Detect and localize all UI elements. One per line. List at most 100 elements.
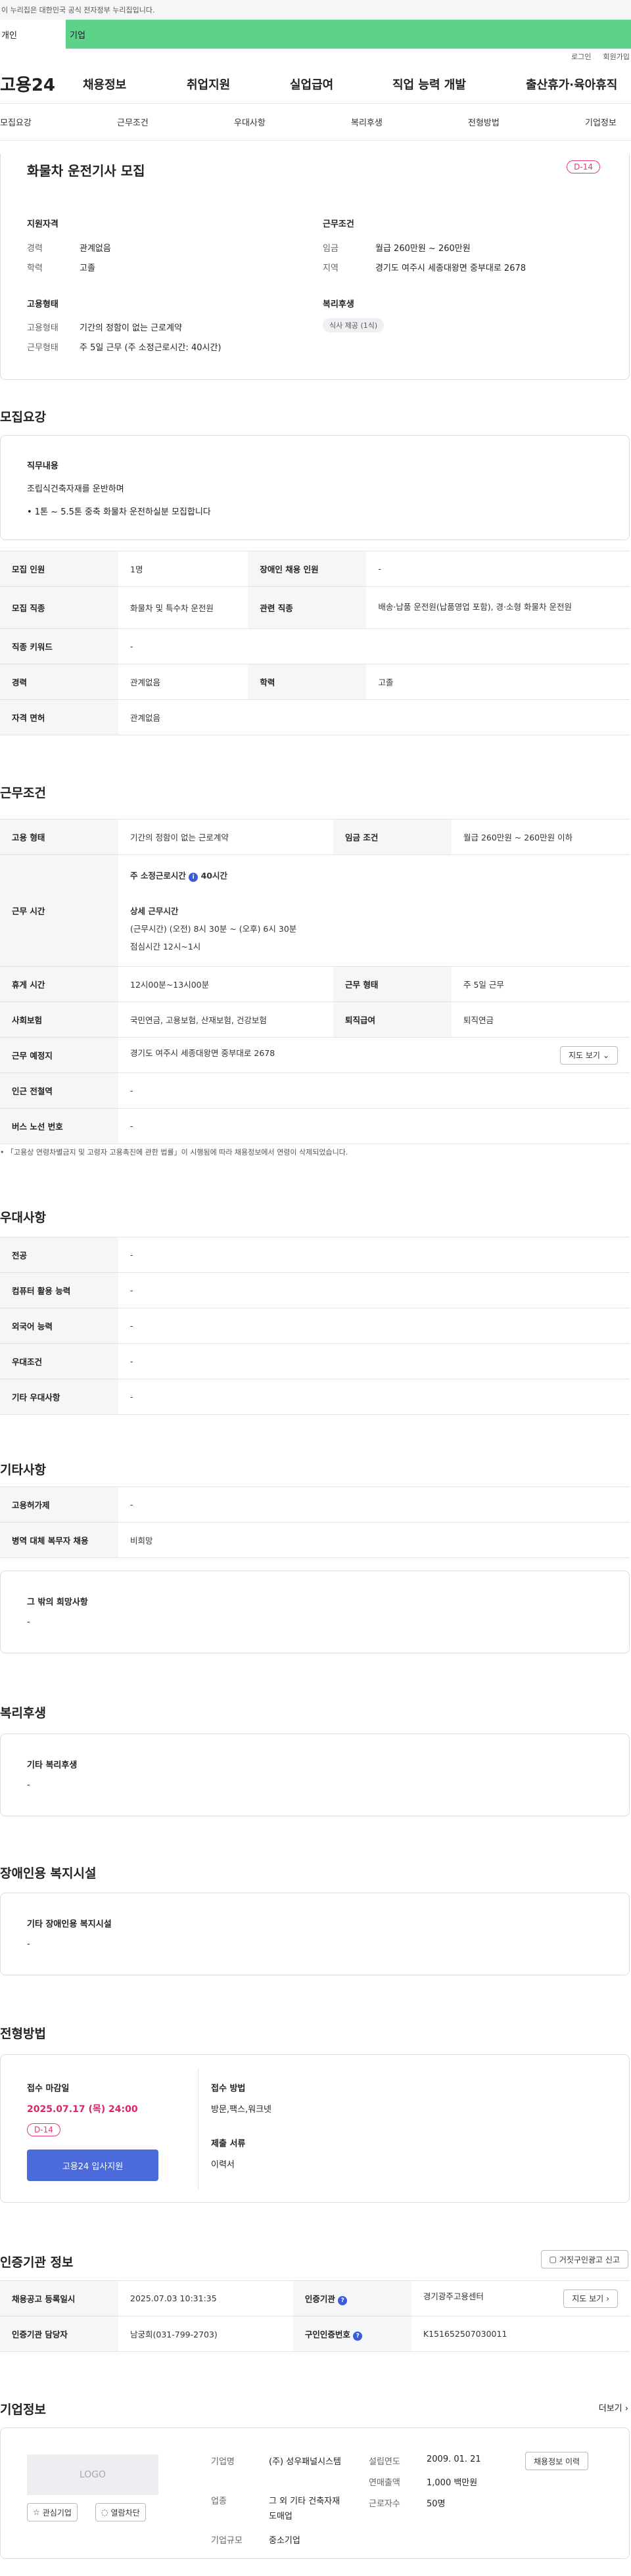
area-value: 경기도 여주시 세종대왕면 중부대로 2678 [375, 264, 526, 273]
sales-value: 1,000 백만원 [427, 2478, 478, 2488]
table-header-cell: 임금 조건 [333, 819, 452, 855]
chevron-right-icon: › [624, 2404, 628, 2414]
user-type-tabs: 개인 기업 [0, 20, 631, 49]
table-cell: 화물차 및 특수차 운전원 [118, 586, 248, 629]
table-header-cell: 장애인 채용 인원 [248, 551, 367, 587]
deadline-value: 2025.07.17 (목) 24:00 [27, 2104, 138, 2115]
table-cell: - [118, 1272, 630, 1308]
id-label: 구인인증번호 [304, 2329, 350, 2339]
anchor-item[interactable]: 우대사항 [234, 116, 266, 128]
gnb-item[interactable]: 실업급여 [290, 76, 333, 93]
table-cell: 기간의 정함이 없는 근로계약 [118, 819, 333, 855]
job-title: 화물차 운전기사 모집 [27, 163, 145, 179]
block-label: 열람차단 [110, 2508, 140, 2518]
divider [198, 2068, 199, 2190]
chevron-right-icon: › [606, 2293, 609, 2303]
table-cell: - [118, 1308, 630, 1344]
emptype-label: 고용형태 [27, 323, 58, 333]
cert-table: 채용공고 등록일시 2025.07.03 10:31:35 인증기관 ? 경기광주… [0, 2280, 630, 2352]
table-row: 모집 인원 1명 장애인 채용 인원 - [0, 551, 630, 587]
table-cell: 남궁희(031-799-2703) [118, 2316, 293, 2352]
section-title-disab: 장애인용 복지시설 [0, 1866, 97, 1881]
table-header-cell: 전공 [0, 1237, 118, 1273]
report-button[interactable]: ▢ 거짓구인광고 신고 [540, 2250, 628, 2268]
work-place-cell: 경기도 여주시 세종대왕면 중부대로 2678 지도 보기 ⌄ [118, 1037, 630, 1073]
anchor-item[interactable]: 전형방법 [468, 116, 500, 128]
anchor-item[interactable]: 근무조건 [117, 116, 149, 128]
tab-personal[interactable]: 개인 [0, 20, 66, 49]
sales-label: 연매출액 [369, 2478, 400, 2488]
site-logo[interactable]: 고용24 [0, 72, 84, 96]
anchor-item[interactable]: 모집요강 [0, 116, 32, 128]
table-header-cell: 근무 예정지 [0, 1037, 118, 1073]
map-button[interactable]: 지도 보기 ⌄ [559, 1046, 618, 1065]
section-title-recruit: 모집요강 [0, 410, 46, 425]
org-label: 인증기관 [304, 2293, 335, 2304]
hire-history-button[interactable]: 채용정보 이력 [525, 2452, 589, 2470]
table-header-cell: 학력 [248, 664, 367, 700]
anchor-item[interactable]: 복리후생 [351, 116, 383, 128]
tab-company[interactable]: 기업 [66, 20, 631, 49]
table-header-cell: 모집 인원 [0, 551, 118, 587]
section-title-company: 기업정보 [0, 2403, 46, 2417]
table-header-cell: 직종 키워드 [0, 628, 118, 664]
table-row: 우대조건 - [0, 1343, 630, 1379]
table-cell: - [366, 551, 630, 587]
table-header-cell: 사회보험 [0, 1001, 118, 1038]
cert-map-button[interactable]: 지도 보기 › [563, 2289, 618, 2308]
table-cell: - [118, 1108, 630, 1144]
table-header-cell: 자격 면허 [0, 699, 118, 735]
table-row: 채용공고 등록일시 2025.07.03 10:31:35 인증기관 ? 경기광주… [0, 2280, 630, 2316]
disab-card: 기타 장애인용 복지시설 - [0, 1893, 630, 1975]
area-label: 지역 [323, 264, 339, 273]
block-button[interactable]: ◌ 열람차단 [95, 2503, 146, 2521]
table-cell: - [118, 1343, 630, 1379]
worktype-value: 주 5일 근무 (주 소정근로시간: 40시간) [80, 343, 222, 353]
career-label: 경력 [27, 244, 43, 254]
table-header-cell: 경력 [0, 664, 118, 700]
table-row: 버스 노선 번호 - [0, 1108, 630, 1144]
favorite-button[interactable]: ☆ 관심기업 [27, 2503, 78, 2521]
section-title-process: 전형방법 [0, 2027, 46, 2041]
more-link[interactable]: 더보기 › [599, 2401, 628, 2414]
size-label: 기업규모 [211, 2536, 243, 2546]
table-cell: 배송·납품 운전원(납품영업 포함), 경·소형 화물차 운전원 [366, 586, 630, 629]
table-row: 기타 우대사항 - [0, 1379, 630, 1415]
gnb-item[interactable]: 취업지원 [187, 76, 230, 93]
gnb-item[interactable]: 출산휴가·육아휴직 [526, 76, 617, 93]
summary-card: 화물차 운전기사 모집 D-14 지원자격 경력 관계없음 학력 고졸 근무조건… [0, 154, 630, 380]
disab-value: - [27, 1939, 30, 1949]
qual-title: 지원자격 [27, 219, 58, 229]
process-card: 접수 마감일 2025.07.17 (목) 24:00 D-14 고용24 입사… [0, 2054, 630, 2203]
apply-button[interactable]: 고용24 입사지원 [27, 2150, 158, 2181]
map-button-label: 지도 보기 [572, 2294, 604, 2303]
gnb-item[interactable]: 채용정보 [83, 76, 126, 93]
pref-table: 전공 - 컴퓨터 활용 능력 - 외국어 능력 - 우대조건 - 기타 우대사항 - [0, 1237, 630, 1415]
info-icon[interactable]: ? [338, 2295, 348, 2305]
hours-detail-title: 상세 근무시간 [130, 906, 179, 916]
table-cell: 국민연금, 고용보험, 산재보험, 건강보험 [118, 1001, 333, 1038]
report-button-label: 거짓구인광고 신고 [559, 2255, 620, 2265]
table-row: 근무 예정지 경기도 여주시 세종대왕면 중부대로 2678 지도 보기 ⌄ [0, 1037, 630, 1073]
favorite-label: 관심기업 [42, 2508, 72, 2518]
table-row: 인근 전철역 - [0, 1072, 630, 1109]
gnb-item[interactable]: 직업 능력 개발 [392, 76, 466, 93]
table-row: 인증기관 담당자 남궁희(031-799-2703) 구인인증번호 ? K1516… [0, 2316, 630, 2352]
table-cell: 퇴직연금 [451, 1001, 630, 1038]
document-icon: ▢ [549, 2255, 557, 2264]
table-header-cell: 버스 노선 번호 [0, 1108, 118, 1144]
table-header-cell: 병역 대체 복무자 채용 [0, 1522, 118, 1558]
welfare-sub: 기타 복리후생 [27, 1760, 78, 1770]
org-value: 경기광주고용센터 [423, 2291, 484, 2301]
info-icon[interactable]: i [189, 873, 199, 882]
info-icon[interactable]: ? [353, 2331, 363, 2341]
util-links: 로그인 회원가입 [0, 49, 631, 64]
login-link[interactable]: 로그인 [571, 51, 591, 62]
table-cell: - [118, 628, 630, 664]
hours-detail-line: (근무시간) (오전) 8시 30분 ~ (오후) 6시 30분 [130, 924, 297, 934]
join-link[interactable]: 회원가입 [603, 51, 630, 62]
duty-line: 조립식건축자재를 운반하며 [27, 484, 124, 494]
duty-title: 직무내용 [27, 461, 58, 471]
anchor-item[interactable]: 기업정보 [585, 116, 617, 128]
gov-banner: 이 누리집은 대한민국 공식 전자정부 누리집입니다. [0, 0, 631, 20]
